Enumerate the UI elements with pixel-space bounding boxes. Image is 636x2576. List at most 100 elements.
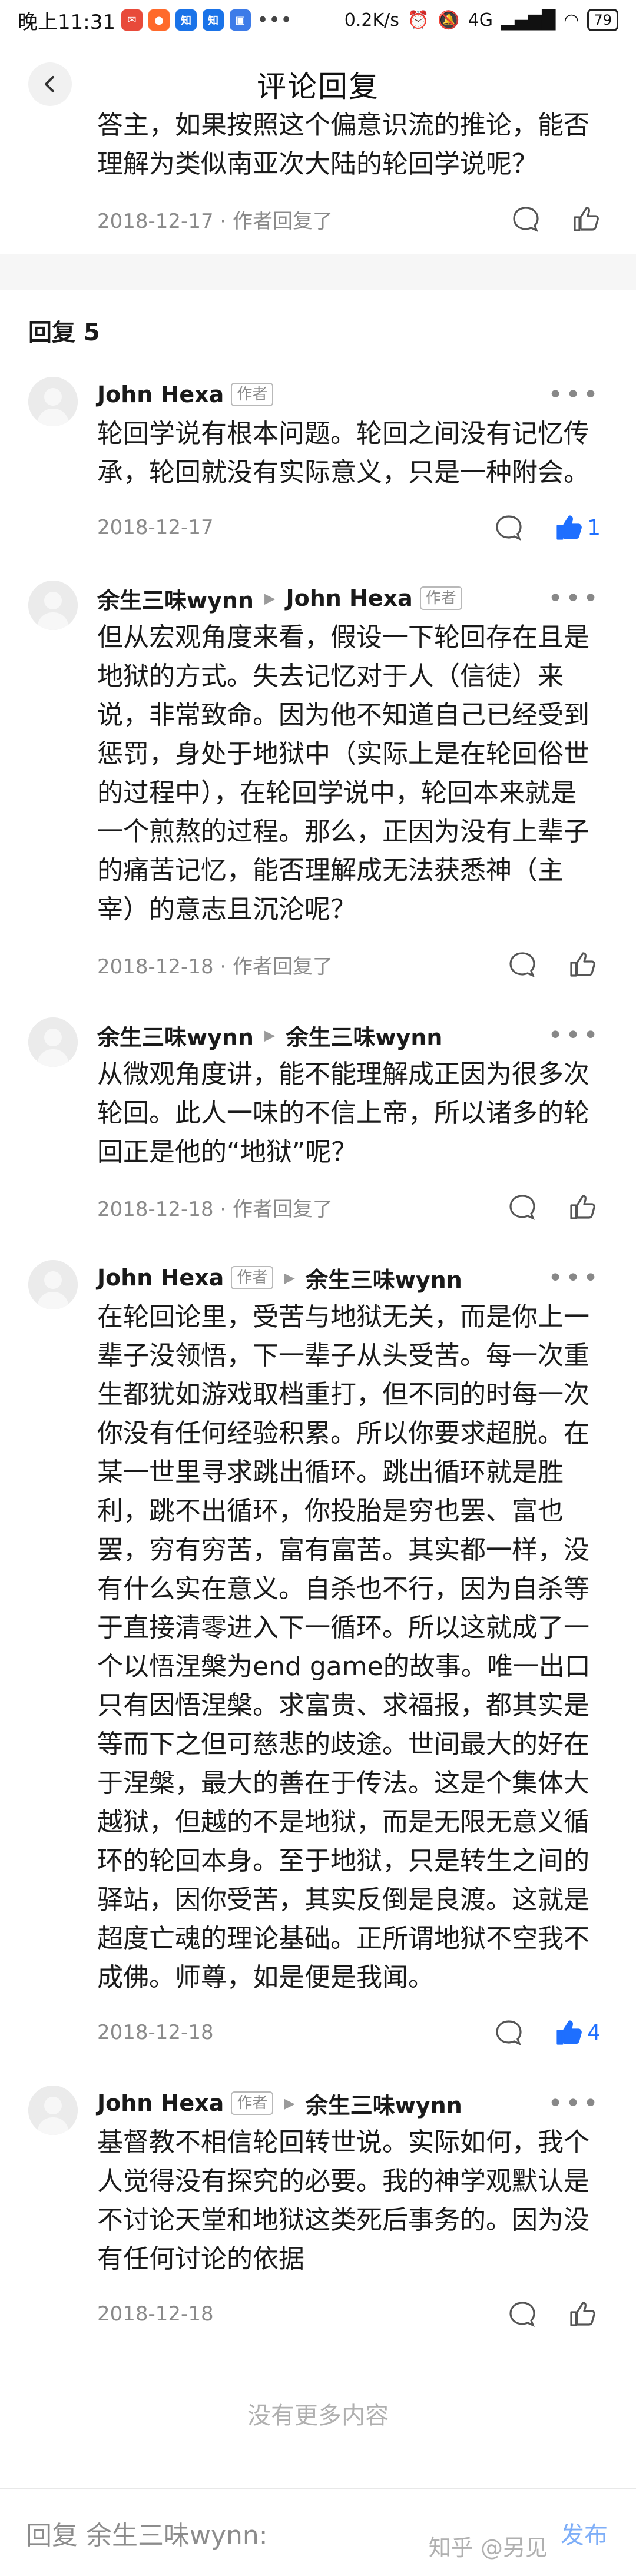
comment-date: 2018-12-18 xyxy=(97,1197,214,1221)
like-icon[interactable] xyxy=(568,950,597,979)
comment-meta-suffix: 作者回复了 xyxy=(233,1197,333,1221)
comment-text: 在轮回论里，受苦与地狱无关，而是你上一辈子没领悟，下一辈子从头受苦。每一次重生都… xyxy=(97,1302,591,1992)
comment-date: 2018-12-17 xyxy=(97,516,214,539)
more-options-icon[interactable]: ••• xyxy=(548,1263,601,1293)
page-title: 评论回复 xyxy=(257,69,379,104)
comment-meta: 2018-12-18 · xyxy=(97,2279,636,2349)
comment-item: 余生三味wynn ▶ 余生三味wynn ••• 从微观角度讲，能不能理解成正因为… xyxy=(0,1000,636,1242)
reply-arrow-icon: ▶ xyxy=(264,590,276,606)
comment-item: 余生三味wynn ▶ John Hexa 作者 ••• 但从宏观角度来看，假设一… xyxy=(0,563,636,1000)
comment-list: John Hexa 作者 ▶ ••• 轮回学说有根本问题。轮回之间没有记忆传承，… xyxy=(0,359,636,2349)
avatar[interactable] xyxy=(28,1017,78,1067)
comment-icon[interactable] xyxy=(508,1192,537,1222)
reply-to-name[interactable]: 余生三味wynn xyxy=(306,2087,462,2120)
more-options-icon[interactable]: ••• xyxy=(548,1020,601,1050)
author-name[interactable]: 余生三味wynn xyxy=(97,1019,254,1052)
comment-item: John Hexa 作者 ▶ 余生三味wynn ••• 基督教不相信轮回转世说。… xyxy=(0,2068,636,2349)
reply-arrow-icon: ▶ xyxy=(264,1027,276,1043)
parent-comment: 答主，如果按照这个偏意识流的推论，能否理解为类似南亚次大陆的轮回学说呢？ 201… xyxy=(0,106,636,254)
avatar[interactable] xyxy=(28,581,78,630)
comment-meta-suffix: 作者回复了 xyxy=(233,954,333,979)
like-count: 1 xyxy=(587,515,601,540)
more-options-icon[interactable]: ••• xyxy=(548,2088,601,2119)
comment-icon[interactable] xyxy=(511,204,541,234)
back-button[interactable] xyxy=(28,62,72,106)
comment-meta: 2018-12-18 · 4 xyxy=(97,1997,636,2068)
comment-date: 2018-12-18 xyxy=(97,2302,214,2326)
comment-date: 2018-12-18 xyxy=(97,2021,214,2044)
alarm-icon: ⏰ xyxy=(407,9,430,31)
parent-meta: 2018-12-17 · 作者回复了 xyxy=(97,184,636,254)
avatar-icon xyxy=(28,1017,78,1067)
comment-icon[interactable] xyxy=(508,2299,537,2329)
reply-to-name[interactable]: John Hexa xyxy=(286,585,412,611)
battery-indicator: 79 xyxy=(587,9,618,31)
comment-date: 2018-12-18 xyxy=(97,954,214,979)
avatar-icon xyxy=(28,2086,78,2135)
avatar[interactable] xyxy=(28,2086,78,2135)
zhihu-icon: 知 xyxy=(175,9,197,31)
like-icon[interactable] xyxy=(568,1192,597,1222)
send-button[interactable]: 发布 xyxy=(561,2516,608,2550)
author-name[interactable]: John Hexa xyxy=(97,382,224,407)
comment-text: 基督教不相信轮回转世说。实际如何，我个人觉得没有探究的必要。我的神学观默认是不讨… xyxy=(97,2127,589,2274)
comment-meta: 2018-12-17 · 1 xyxy=(97,492,636,563)
comment-item: John Hexa 作者 ▶ ••• 轮回学说有根本问题。轮回之间没有记忆传承，… xyxy=(0,359,636,563)
reply-to-tag: 作者 xyxy=(419,586,462,610)
replies-count: 回复 5 xyxy=(28,319,100,346)
avatar[interactable] xyxy=(28,377,78,426)
wifi-icon: ◠ xyxy=(564,9,579,31)
like-icon[interactable] xyxy=(554,2018,584,2047)
comment-icon[interactable] xyxy=(494,513,524,542)
zhihu-icon: 知 xyxy=(202,9,224,31)
section-divider xyxy=(0,254,636,290)
author-tag: 作者 xyxy=(231,2091,274,2115)
avatar-icon xyxy=(28,581,78,630)
more-options-icon[interactable]: ••• xyxy=(548,584,601,614)
author-name[interactable]: John Hexa xyxy=(97,1265,224,1291)
chevron-left-icon xyxy=(45,76,54,92)
parent-date: 2018-12-17 xyxy=(97,209,214,233)
status-bar: 晚上11:31 ✉ ● 知 知 ▣ ••• 0.2K/s ⏰ 🔕 4G ▂▄▆█… xyxy=(0,0,636,40)
comment-meta: 2018-12-18 · 作者回复了 xyxy=(97,1172,636,1242)
status-left: 晚上11:31 ✉ ● 知 知 ▣ ••• xyxy=(18,6,292,35)
author-name[interactable]: John Hexa xyxy=(97,2090,224,2116)
comment-icon[interactable] xyxy=(494,2018,524,2047)
comment-text: 从微观角度讲，能不能理解成正因为很多次轮回。此人一味的不信上帝，所以诸多的轮回正… xyxy=(97,1059,589,1167)
app-notification-icon: ▣ xyxy=(229,9,251,31)
status-time: 晚上11:31 xyxy=(18,10,115,34)
parent-meta-suffix: 作者回复了 xyxy=(233,209,333,233)
end-of-list-text: 没有更多内容 xyxy=(247,2402,389,2429)
more-options-icon[interactable]: ••• xyxy=(548,380,601,410)
author-name[interactable]: 余生三味wynn xyxy=(97,582,254,615)
avatar-icon xyxy=(28,1260,78,1309)
avatar-icon xyxy=(28,377,78,426)
like-icon[interactable] xyxy=(554,513,584,542)
reply-arrow-icon: ▶ xyxy=(284,2095,295,2111)
comment-text: 但从宏观角度来看，假设一下轮回存在且是地狱的方式。失去记忆对于人（信徒）来说，非… xyxy=(97,622,589,924)
reply-to-name[interactable]: 余生三味wynn xyxy=(286,1019,442,1052)
comment-meta: 2018-12-18 · 作者回复了 xyxy=(97,929,636,1000)
like-count: 4 xyxy=(587,2020,601,2045)
mute-icon: 🔕 xyxy=(438,9,460,31)
like-icon[interactable] xyxy=(568,2299,597,2329)
watermark: 知乎 @另见 xyxy=(428,2535,548,2561)
author-tag: 作者 xyxy=(231,383,274,406)
reply-to-name[interactable]: 余生三味wynn xyxy=(306,1262,462,1294)
author-tag: 作者 xyxy=(231,1266,274,1289)
comment-icon[interactable] xyxy=(508,950,537,979)
network-speed: 0.2K/s xyxy=(344,9,399,31)
comment-item: John Hexa 作者 ▶ 余生三味wynn ••• 在轮回论里，受苦与地狱无… xyxy=(0,1242,636,2068)
like-icon[interactable] xyxy=(571,204,601,234)
signal-label: 4G xyxy=(468,9,493,31)
app-notification-icon: ● xyxy=(148,9,170,31)
status-right: 0.2K/s ⏰ 🔕 4G ▂▄▆█ ◠ 79 xyxy=(344,9,618,31)
app-notification-icon: ✉ xyxy=(121,9,143,31)
main-content: 答主，如果按照这个偏意识流的推论，能否理解为类似南亚次大陆的轮回学说呢？ 201… xyxy=(0,106,636,2478)
avatar[interactable] xyxy=(28,1260,78,1309)
comment-text: 轮回学说有根本问题。轮回之间没有记忆传承，轮回就没有实际意义，只是一种附会。 xyxy=(97,419,589,488)
parent-comment-text: 答主，如果按照这个偏意识流的推论，能否理解为类似南亚次大陆的轮回学说呢？ xyxy=(97,110,589,179)
reply-bar: 回复 余生三味wynn: 发布 知乎 @另见 xyxy=(0,2488,636,2576)
reply-arrow-icon: ▶ xyxy=(284,1269,295,1286)
signal-icon: ▂▄▆█ xyxy=(501,9,556,31)
